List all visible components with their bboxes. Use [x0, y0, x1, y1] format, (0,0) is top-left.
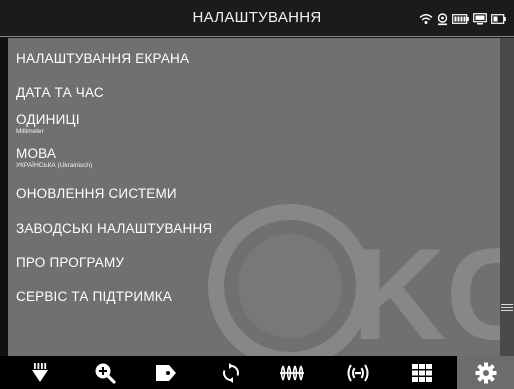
battery-icon — [452, 14, 469, 24]
rotate-icon — [221, 362, 241, 384]
cable-icon — [279, 363, 305, 383]
menu-item-date-time[interactable]: ДАТА ТА ЧАС — [16, 85, 104, 100]
zoom-in-icon — [94, 362, 116, 384]
menu-item-language[interactable]: МОВА УКРАЇНСЬКА (Ukrainisch) — [16, 146, 92, 169]
menu-item-label: ОНОВЛЕННЯ СИСТЕМИ — [16, 186, 177, 201]
menu-item-label: МОВА — [16, 146, 57, 161]
scrollbar[interactable] — [500, 38, 514, 356]
tag-icon — [154, 363, 178, 383]
menu-item-label: ОДИНИЦІ — [16, 112, 80, 127]
location-icon — [437, 12, 448, 26]
menu-item-system-update[interactable]: ОНОВЛЕННЯ СИСТЕМИ — [16, 186, 177, 201]
title-bar: НАЛАШТУВАННЯ — [0, 0, 514, 37]
gear-icon — [475, 362, 497, 384]
signal-icon — [345, 363, 371, 383]
menu-item-label: НАЛАШТУВАННЯ ЕКРАНА — [16, 51, 190, 66]
signal-button[interactable] — [329, 356, 386, 389]
menu-item-label: ПРО ПРОГРАМУ — [16, 255, 125, 270]
settings-panel: KC НАЛАШТУВАННЯ ЕКРАНА ДАТА ТА ЧАС ОДИНИ… — [8, 38, 500, 356]
menu-item-label: ЗАВОДСЬКІ НАЛАШТУВАННЯ — [16, 221, 213, 236]
menu-item-label: СЕРВІС ТА ПІДТРИМКА — [16, 289, 173, 304]
zoom-in-button[interactable] — [76, 356, 133, 389]
menu-item-units[interactable]: ОДИНИЦІ Millimeter — [16, 112, 80, 135]
scroll-thumb[interactable] — [500, 296, 514, 318]
watermark-text: KC — [352, 221, 500, 356]
menu-item-value: Millimeter — [16, 128, 44, 135]
light-icon — [30, 362, 50, 384]
link-battery-icon — [491, 14, 506, 24]
tag-button[interactable] — [137, 356, 194, 389]
brand-watermark: KC — [200, 194, 500, 356]
menu-item-screen-settings[interactable]: НАЛАШТУВАННЯ ЕКРАНА — [16, 51, 189, 66]
settings-button[interactable] — [457, 356, 514, 389]
monitor-icon — [473, 13, 487, 25]
bottom-toolbar — [0, 356, 514, 389]
wifi-icon — [419, 13, 433, 25]
grid-icon — [411, 363, 433, 383]
menu-item-about[interactable]: ПРО ПРОГРАМУ — [16, 255, 124, 270]
menu-item-factory-settings[interactable]: ЗАВОДСЬКІ НАЛАШТУВАННЯ — [16, 221, 212, 236]
grid-button[interactable] — [393, 356, 450, 389]
rotate-button[interactable] — [202, 356, 259, 389]
menu-item-label: ДАТА ТА ЧАС — [16, 85, 104, 100]
menu-item-value: УКРАЇНСЬКА (Ukrainisch) — [16, 162, 93, 169]
status-bar — [419, 12, 506, 26]
cable-button[interactable] — [263, 356, 320, 389]
light-button[interactable] — [11, 356, 68, 389]
menu-item-service-support[interactable]: СЕРВІС ТА ПІДТРИМКА — [16, 289, 172, 304]
